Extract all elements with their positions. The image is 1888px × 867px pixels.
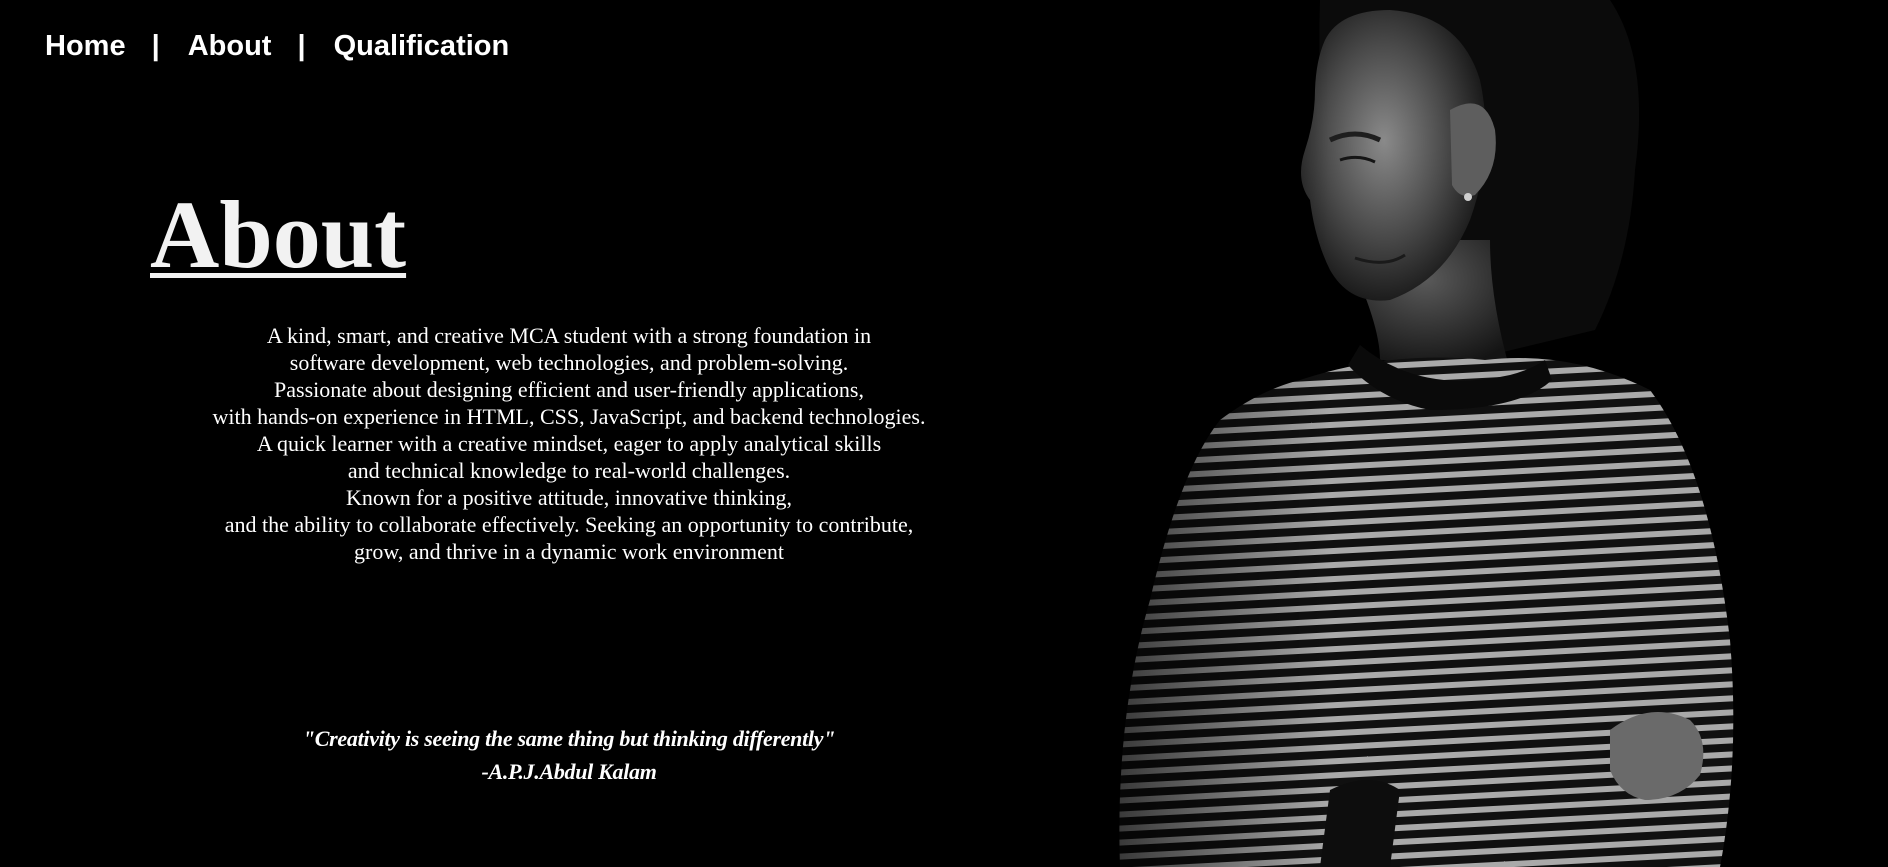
about-line: Known for a positive attitude, innovativ… bbox=[345, 485, 793, 510]
quote-text: "Creativity is seeing the same thing but… bbox=[302, 726, 836, 751]
page-title: About bbox=[150, 181, 407, 288]
about-description: A kind, smart, and creative MCA student … bbox=[160, 322, 978, 565]
about-line: and technical knowledge to real-world ch… bbox=[347, 458, 791, 483]
nav-separator: | bbox=[151, 30, 160, 62]
nav-qualification-link[interactable]: Qualification bbox=[334, 30, 510, 63]
about-line: A kind, smart, and creative MCA student … bbox=[266, 323, 872, 348]
quote-author: -A.P.J.Abdul Kalam bbox=[481, 759, 657, 784]
about-line: A quick learner with a creative mindset,… bbox=[256, 431, 882, 456]
about-line: Passionate about designing efficient and… bbox=[274, 377, 864, 402]
about-line: with hands-on experience in HTML, CSS, J… bbox=[212, 404, 926, 429]
portrait-photo bbox=[1090, 0, 1888, 867]
portrait-illustration bbox=[1090, 0, 1888, 867]
about-line: and the ability to collaborate effective… bbox=[224, 512, 914, 537]
nav-separator: | bbox=[297, 30, 306, 62]
nav-about-link[interactable]: About bbox=[188, 30, 272, 63]
about-line: grow, and thrive in a dynamic work envir… bbox=[354, 539, 784, 564]
about-line: software development, web technologies, … bbox=[289, 350, 849, 375]
top-nav: Home | About | Qualification bbox=[45, 30, 509, 63]
quote-block: "Creativity is seeing the same thing but… bbox=[160, 722, 978, 788]
nav-home-link[interactable]: Home bbox=[45, 30, 126, 63]
